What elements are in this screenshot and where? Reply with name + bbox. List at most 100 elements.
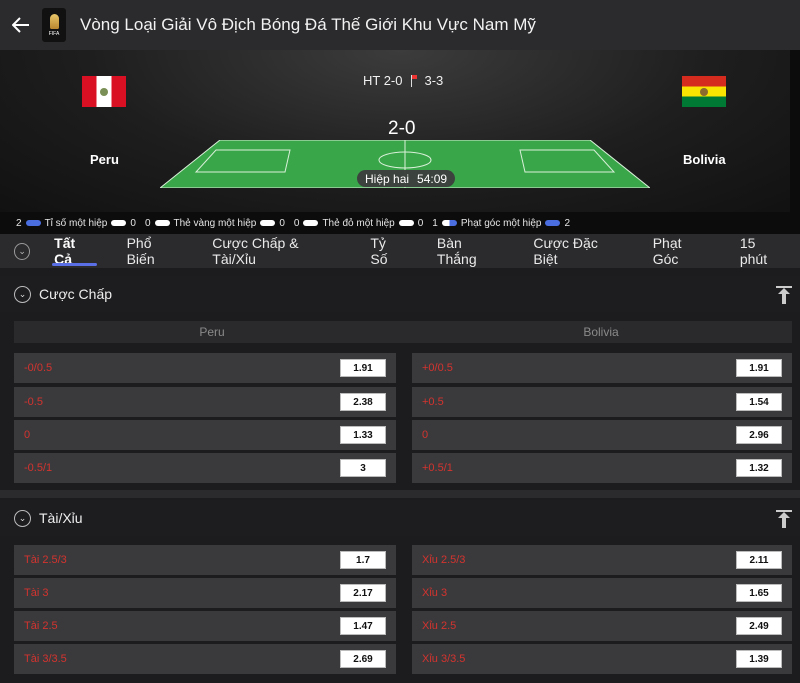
- stat-halftime-score: 2 Tỉ số một hiệp 0: [16, 218, 136, 229]
- odds-button[interactable]: 1.54: [736, 393, 782, 411]
- section-title: Cược Chấp: [39, 286, 113, 302]
- odds-button[interactable]: 2.96: [736, 426, 782, 444]
- totals-line: Xỉu 2.5/3: [422, 554, 466, 566]
- totals-line: Tài 2.5: [24, 620, 58, 632]
- totals-line: Tài 3: [24, 587, 49, 599]
- away-column-header: Bolivia: [410, 321, 792, 343]
- toggle-icon: [260, 220, 276, 226]
- tab-corners[interactable]: Phạt Góc: [637, 234, 724, 268]
- totals-line: Xỉu 3: [422, 587, 448, 599]
- totals-section-header[interactable]: ⌄ Tài/Xỉu: [0, 500, 800, 536]
- toggle-icon: [398, 220, 414, 226]
- period-label: Hiệp hai: [365, 171, 410, 186]
- stat-away-value: 0: [130, 217, 136, 229]
- stat-corners: 1 Phạt góc một hiệp 2: [432, 218, 570, 229]
- tab-popular[interactable]: Phổ Biến: [111, 234, 197, 268]
- stat-away-value: 2: [564, 217, 571, 229]
- totals-line: Tài 2.5/3: [24, 554, 67, 566]
- back-arrow-icon: [12, 17, 29, 33]
- scoreboard: Peru Bolivia HT 2-0 3-3 2-0 Hiệp hai 54:…: [0, 50, 800, 212]
- section-divider: [0, 490, 800, 498]
- odds-button[interactable]: 2.17: [340, 584, 386, 602]
- handicap-line: 0: [24, 429, 31, 441]
- odds-button[interactable]: 2.49: [736, 617, 782, 635]
- back-button[interactable]: [0, 0, 42, 50]
- odds-button[interactable]: 1.65: [736, 584, 782, 602]
- stat-red-cards: 0 Thẻ đỏ một hiệp 0: [294, 218, 423, 229]
- halftime-info: HT 2-0 3-3: [363, 73, 443, 88]
- logo-text: FIFA: [48, 30, 60, 37]
- tab-correct-score[interactable]: Tỷ Số: [354, 234, 421, 268]
- page-title: Vòng Loại Giải Vô Địch Bóng Đá Thế Giới …: [80, 15, 536, 34]
- stat-home-value: 0: [144, 217, 151, 229]
- corner-flag-icon: [409, 74, 419, 87]
- totals-under-row[interactable]: Xỉu 2.5/3 2.11: [412, 545, 792, 575]
- handicap-away-row[interactable]: +0.5/1 1.32: [412, 453, 792, 483]
- handicap-away-row[interactable]: +0.5 1.54: [412, 387, 792, 417]
- tab-handicap-totals[interactable]: Cược Chấp & Tài/Xỉu: [196, 234, 354, 268]
- toggle-icon: [25, 220, 41, 226]
- tournament-logo: FIFA: [42, 8, 66, 42]
- tab-goals[interactable]: Bàn Thắng: [421, 234, 517, 268]
- totals-over-row[interactable]: Tài 2.5/3 1.7: [14, 545, 396, 575]
- odds-button[interactable]: 2.11: [736, 551, 782, 569]
- totals-over-row[interactable]: Tài 2.5 1.47: [14, 611, 396, 641]
- corner-count: 3-3: [424, 73, 444, 88]
- tab-all[interactable]: Tất Cả: [38, 234, 110, 268]
- odds-button[interactable]: 2.69: [340, 650, 386, 668]
- home-team-name: Peru: [90, 152, 119, 167]
- handicap-line: -0.5/1: [24, 462, 53, 474]
- handicap-line: -0.5: [24, 396, 43, 408]
- handicap-away-row[interactable]: 0 2.96: [412, 420, 792, 450]
- peru-flag-icon: [82, 76, 126, 107]
- match-period-badge: Hiệp hai 54:09: [357, 170, 456, 187]
- handicap-away-row[interactable]: +0/0.5 1.91: [412, 353, 792, 383]
- handicap-section-header[interactable]: ⌄ Cược Chấp: [0, 276, 800, 312]
- live-score: 2-0: [388, 118, 416, 139]
- handicap-home-row[interactable]: -0.5/1 3: [14, 453, 396, 483]
- odds-button[interactable]: 1.7: [340, 551, 386, 569]
- odds-button[interactable]: 3: [340, 459, 386, 477]
- chevron-down-icon[interactable]: ⌄: [14, 285, 31, 303]
- handicap-line: +0/0.5: [422, 362, 453, 374]
- odds-button[interactable]: 1.91: [340, 359, 386, 377]
- odds-button[interactable]: 2.38: [340, 393, 386, 411]
- handicap-home-row[interactable]: -0/0.5 1.91: [14, 353, 396, 383]
- odds-button[interactable]: 1.39: [736, 650, 782, 668]
- odds-button[interactable]: 1.32: [736, 459, 782, 477]
- handicap-line: -0/0.5: [24, 362, 53, 374]
- stat-home-value: 1: [432, 217, 438, 229]
- odds-button[interactable]: 1.47: [340, 617, 386, 635]
- tab-15-minutes[interactable]: 15 phút: [724, 234, 800, 268]
- stat-label: Phạt góc một hiệp: [460, 217, 542, 229]
- section-title: Tài/Xỉu: [39, 510, 83, 526]
- tab-specials[interactable]: Cược Đặc Biệt: [517, 234, 636, 268]
- stat-away-value: 0: [279, 217, 285, 229]
- totals-under-row[interactable]: Xỉu 3 1.65: [412, 578, 792, 608]
- pin-to-top-icon[interactable]: [776, 510, 792, 528]
- totals-under-row[interactable]: Xỉu 2.5 2.49: [412, 611, 792, 641]
- odds-button[interactable]: 1.91: [736, 359, 782, 377]
- away-team-name: Bolivia: [683, 152, 726, 167]
- totals-under-row[interactable]: Xỉu 3/3.5 1.39: [412, 644, 792, 674]
- trophy-icon: [49, 13, 59, 29]
- totals-over-row[interactable]: Tài 3/3.5 2.69: [14, 644, 396, 674]
- handicap-line: 0: [422, 429, 429, 441]
- handicap-line: +0.5/1: [422, 462, 453, 474]
- pin-to-top-icon[interactable]: [776, 286, 792, 304]
- totals-line: Tài 3/3.5: [24, 653, 67, 665]
- handicap-line: +0.5: [422, 396, 444, 408]
- bolivia-flag-icon: [682, 76, 726, 107]
- stat-home-value: 2: [16, 217, 22, 229]
- handicap-home-row[interactable]: -0.5 2.38: [14, 387, 396, 417]
- totals-line: Xỉu 2.5: [422, 620, 457, 632]
- toggle-icon: [545, 220, 561, 226]
- stat-label: Thẻ vàng một hiệp: [173, 217, 257, 229]
- totals-over-row[interactable]: Tài 3 2.17: [14, 578, 396, 608]
- odds-button[interactable]: 1.33: [340, 426, 386, 444]
- home-column-header: Peru: [14, 321, 410, 343]
- chevron-down-icon[interactable]: ⌄: [14, 242, 31, 260]
- chevron-down-icon[interactable]: ⌄: [14, 509, 31, 527]
- handicap-home-row[interactable]: 0 1.33: [14, 420, 396, 450]
- top-bar: FIFA Vòng Loại Giải Vô Địch Bóng Đá Thế …: [0, 0, 800, 50]
